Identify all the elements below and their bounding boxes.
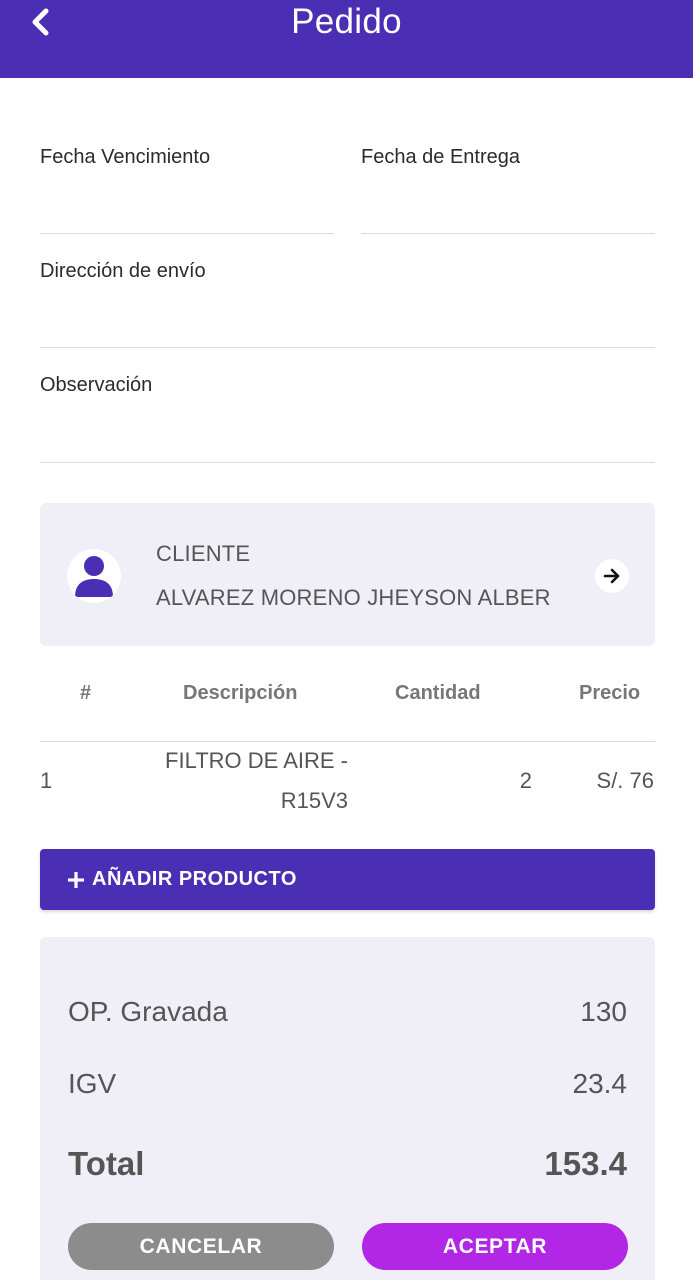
fecha-vencimiento-field: Fecha Vencimiento [40, 146, 334, 234]
igv-label: IGV [68, 1068, 117, 1099]
direccion-envio-label: Dirección de envío [40, 260, 206, 282]
row-num: 1 [40, 768, 53, 793]
fecha-entrega-label: Fecha de Entrega [361, 146, 520, 168]
cancel-button[interactable]: CANCELAR [68, 1223, 334, 1270]
plus-icon [68, 871, 84, 888]
direccion-envio-field: Dirección de envío [40, 260, 655, 348]
fecha-entrega-input[interactable] [361, 199, 655, 229]
row-descripcion-line1: FILTRO DE AIRE - [165, 748, 348, 773]
fecha-vencimiento-input[interactable] [40, 199, 334, 229]
app-header: Pedido [0, 0, 693, 78]
client-card[interactable]: CLIENTE ALVAREZ MORENO JHEYSON ALBER [40, 503, 655, 646]
fecha-vencimiento-label: Fecha Vencimiento [40, 146, 211, 168]
op-gravada-label: OP. Gravada [68, 996, 228, 1027]
observacion-input[interactable] [40, 428, 655, 458]
observacion-field: Observación [40, 374, 655, 463]
column-header-num: # [80, 682, 92, 704]
client-label: CLIENTE [156, 541, 251, 566]
client-select-button[interactable] [595, 559, 629, 593]
cancel-label: CANCELAR [139, 1234, 263, 1258]
person-icon [75, 556, 113, 597]
row-descripcion-line2: R15V3 [280, 788, 348, 813]
row-cantidad: 2 [519, 768, 532, 793]
op-gravada-value: 130 [580, 996, 627, 1027]
accept-label: ACEPTAR [442, 1234, 548, 1258]
column-header-cantidad: Cantidad [395, 682, 481, 704]
add-product-label: AÑADIR PRODUCTO [92, 868, 297, 890]
igv-value: 23.4 [572, 1068, 628, 1099]
column-header-precio: Precio [579, 682, 641, 704]
table-divider [40, 741, 655, 742]
order-summary: OP. Gravada 130 IGV 23.4 Total 153.4 CAN… [40, 937, 655, 1280]
add-product-button[interactable]: AÑADIR PRODUCTO [40, 849, 655, 910]
avatar [67, 549, 121, 603]
accept-button[interactable]: ACEPTAR [362, 1223, 628, 1270]
page-title: Pedido [291, 2, 402, 41]
arrow-right-icon [603, 568, 620, 584]
direccion-envio-input[interactable] [40, 313, 655, 343]
total-label: Total [68, 1145, 145, 1182]
column-header-descripcion: Descripción [183, 682, 298, 704]
observacion-label: Observación [40, 374, 153, 396]
total-value: 153.4 [544, 1145, 627, 1182]
client-name: ALVAREZ MORENO JHEYSON ALBER [156, 585, 551, 610]
fecha-entrega-field: Fecha de Entrega [361, 146, 655, 234]
row-precio: S/. 76 [596, 768, 654, 793]
